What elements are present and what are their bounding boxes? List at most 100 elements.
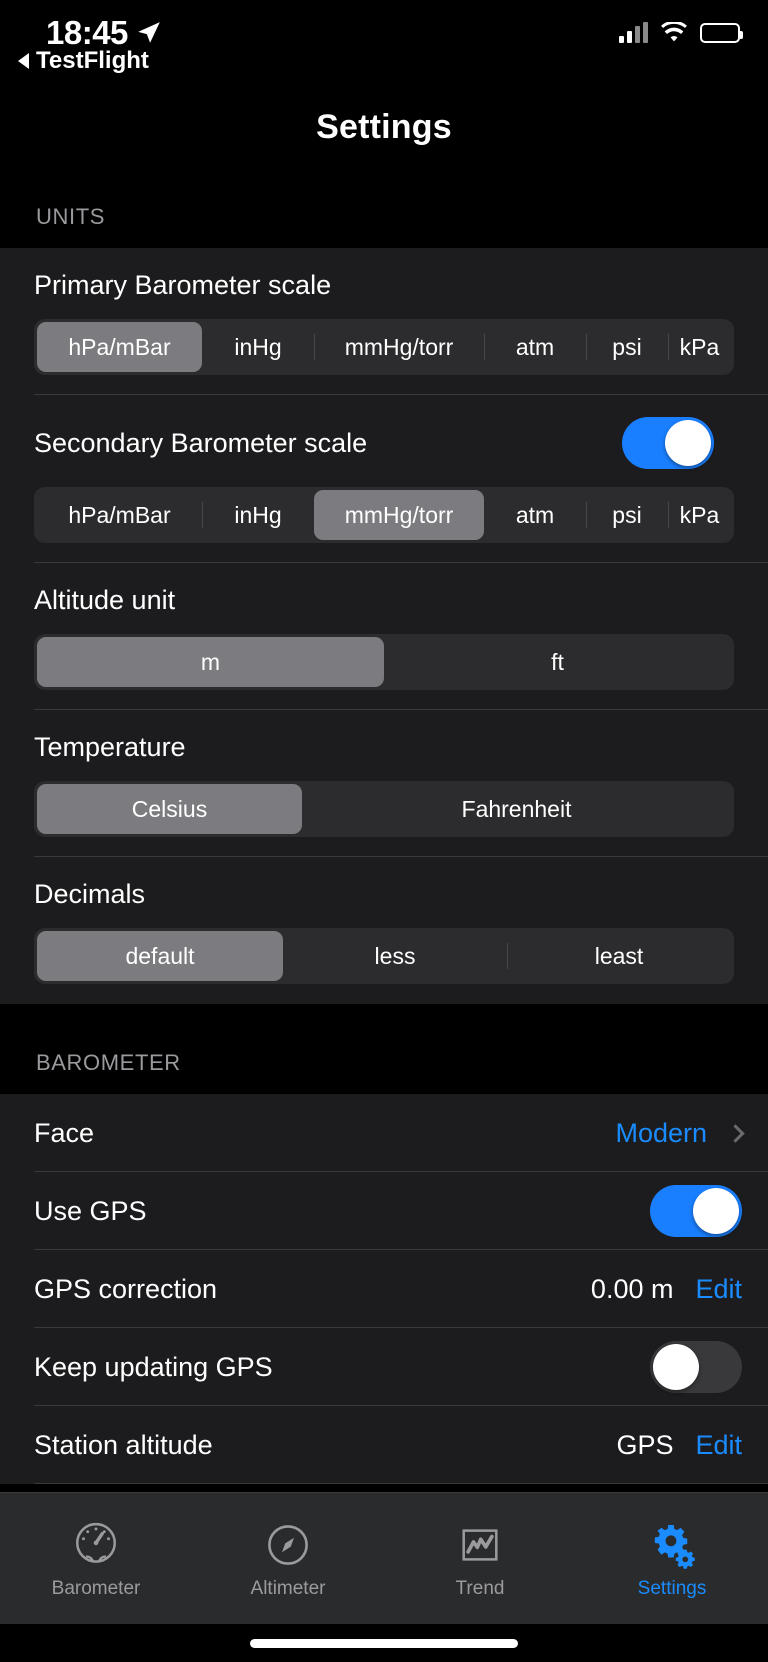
segment-feet[interactable]: ft [384,637,731,687]
gps-correction-edit-button[interactable]: Edit [695,1274,742,1305]
segment-atm[interactable]: atm [484,490,586,540]
segment-label: least [594,942,644,969]
back-to-app-link[interactable]: TestFlight [18,47,149,75]
segment-hpa-mbar[interactable]: hPa/mBar [37,322,202,372]
row-face[interactable]: Face Modern [0,1094,768,1172]
secondary-barometer-toggle[interactable] [622,417,714,469]
chevron-right-icon [726,1123,745,1143]
segment-label: m [200,648,221,675]
segment-label: kPa [679,501,720,528]
row-decimals: Decimals default less least [0,857,768,1004]
segmented-primary-barometer[interactable]: hPa/mBar inHg mmHg/torr atm psi kPa [34,319,734,375]
face-label: Face [34,1117,95,1148]
tab-altimeter[interactable]: Altimeter [192,1493,384,1624]
keep-updating-gps-toggle[interactable] [650,1341,742,1393]
home-indicator[interactable] [250,1638,518,1648]
segment-psi[interactable]: psi [586,322,668,372]
station-altitude-edit-button[interactable]: Edit [695,1430,742,1461]
gps-correction-label: GPS correction [34,1273,218,1304]
segment-label: hPa/mBar [68,333,171,360]
battery-icon [700,23,743,43]
app-screen: 18:45 TestFlight Settings UNITS Primary … [0,0,768,1662]
segment-divider [668,502,669,528]
row-separator [34,1483,768,1484]
segment-label: inHg [234,333,282,360]
tab-label: Altimeter [250,1577,326,1599]
section-header-units: UNITS [0,158,768,248]
tab-label: Barometer [51,1577,141,1599]
segment-label: psi [612,501,642,528]
segment-divider [484,334,485,360]
segment-least[interactable]: least [507,931,731,981]
segment-psi[interactable]: psi [586,490,668,540]
page-title: Settings [316,107,452,146]
units-group: Primary Barometer scale hPa/mBar inHg mm… [0,248,768,1004]
segment-label: Celsius [131,795,208,822]
row-station-altitude: Station altitude GPS Edit [0,1406,768,1484]
segment-mmhg-torr[interactable]: mmHg/torr [314,322,484,372]
tab-barometer[interactable]: Barometer [0,1493,192,1624]
segment-label: inHg [234,501,282,528]
tab-settings[interactable]: Settings [576,1493,768,1624]
tab-trend[interactable]: Trend [384,1493,576,1624]
segment-label: ft [551,648,564,675]
segment-divider [202,502,203,528]
segment-label: mmHg/torr [344,501,454,528]
segment-meters[interactable]: m [37,637,384,687]
segment-label: atm [515,333,555,360]
barometer-group: Face Modern Use GPS GPS correction 0.00 … [0,1094,768,1484]
section-header-barometer: BAROMETER [0,1004,768,1094]
altitude-unit-label: Altitude unit [34,585,176,615]
segment-label: default [125,942,195,969]
segment-fahrenheit[interactable]: Fahrenheit [302,784,731,834]
row-temperature: Temperature Celsius Fahrenheit [0,710,768,857]
navigation-bar: Settings [0,96,768,158]
gauge-icon [69,1518,123,1572]
keep-updating-gps-label: Keep updating GPS [34,1351,273,1382]
segment-label: atm [515,501,555,528]
row-use-gps: Use GPS [0,1172,768,1250]
tab-bar: Barometer Altimeter Trend Settings [0,1492,768,1624]
chart-trend-icon [453,1518,507,1572]
segment-hpa-mbar[interactable]: hPa/mBar [37,490,202,540]
gps-correction-value: 0.00 m [590,1273,674,1304]
station-altitude-value: GPS [616,1429,674,1460]
use-gps-toggle[interactable] [650,1185,742,1237]
row-keep-updating-gps: Keep updating GPS [0,1328,768,1406]
segment-mmhg-torr[interactable]: mmHg/torr [314,490,484,540]
row-altitude-unit: Altitude unit m ft [0,563,768,710]
wifi-icon [661,22,687,42]
segment-label: psi [612,333,642,360]
temperature-label: Temperature [34,732,186,762]
segment-atm[interactable]: atm [484,322,586,372]
tab-label: Settings [637,1577,707,1599]
secondary-barometer-label: Secondary Barometer scale [34,427,368,458]
cellular-signal-icon [619,22,648,43]
segment-divider [507,943,508,969]
segment-default[interactable]: default [37,931,283,981]
status-bar: 18:45 TestFlight [0,0,768,96]
segment-inhg[interactable]: inHg [202,490,314,540]
segment-kpa[interactable]: kPa [668,322,731,372]
segment-label: Fahrenheit [461,795,572,822]
segment-divider [314,334,315,360]
face-value: Modern [615,1117,707,1148]
segment-kpa[interactable]: kPa [668,490,731,540]
segmented-temperature[interactable]: Celsius Fahrenheit [34,781,734,837]
segmented-altitude-unit[interactable]: m ft [34,634,734,690]
back-triangle-icon [18,53,29,69]
row-secondary-barometer-scale: Secondary Barometer scale hPa/mBar inHg … [0,395,768,563]
segment-celsius[interactable]: Celsius [37,784,302,834]
status-indicators [619,22,743,44]
segmented-decimals[interactable]: default less least [34,928,734,984]
station-altitude-label: Station altitude [34,1429,213,1460]
location-arrow-icon [138,22,160,43]
segmented-secondary-barometer[interactable]: hPa/mBar inHg mmHg/torr atm psi kPa [34,487,734,543]
segment-less[interactable]: less [283,931,507,981]
home-indicator-area [0,1624,768,1662]
segment-inhg[interactable]: inHg [202,322,314,372]
tab-label: Trend [455,1577,505,1599]
use-gps-label: Use GPS [34,1195,147,1226]
settings-scroll-view[interactable]: UNITS Primary Barometer scale hPa/mBar i… [0,158,768,1492]
segment-label: kPa [679,333,720,360]
